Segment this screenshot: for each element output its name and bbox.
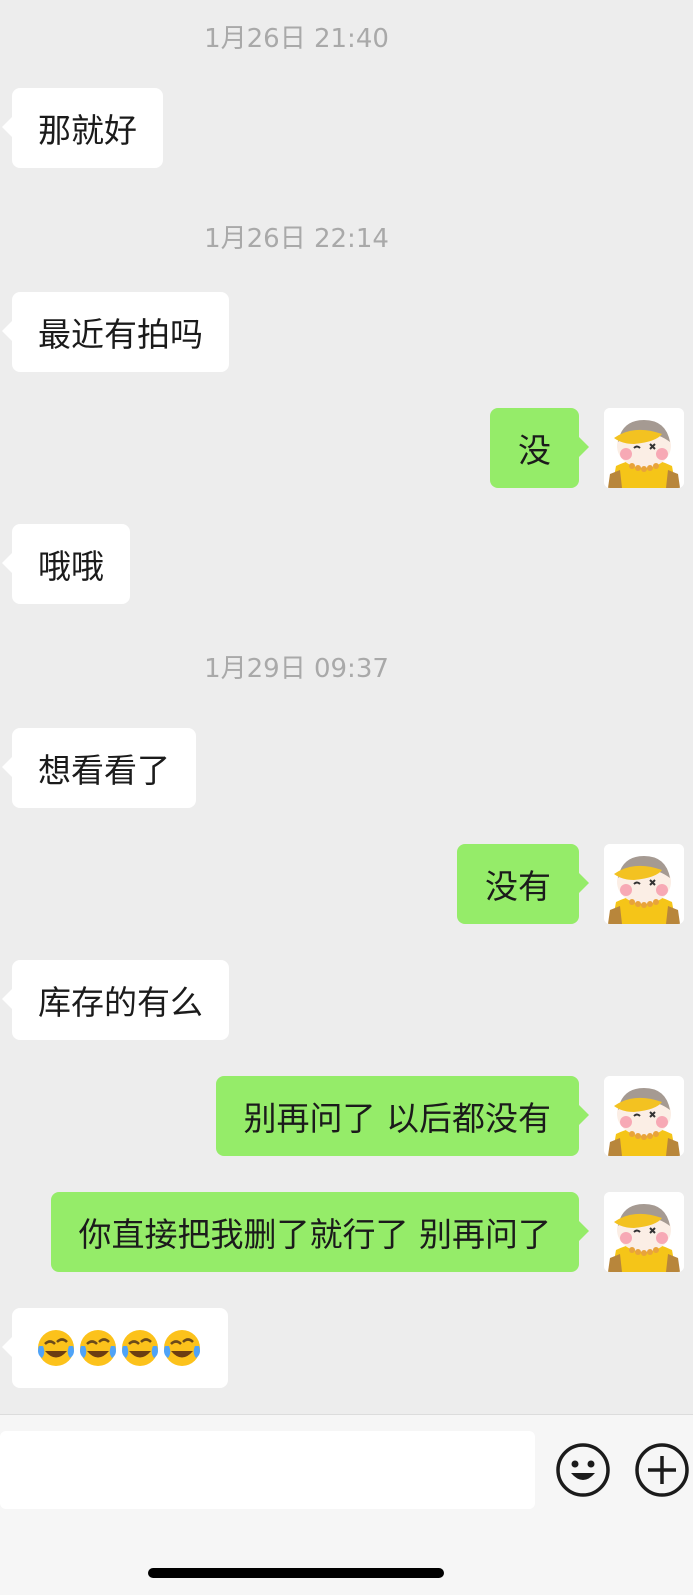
user-avatar[interactable] [604, 1076, 684, 1156]
crying-laughing-face-emoji [78, 1328, 118, 1368]
crying-laughing-face-emoji [162, 1328, 202, 1368]
received-message-bubble[interactable]: 想看看了 [2, 728, 196, 808]
plus-circle-icon[interactable] [633, 1441, 691, 1499]
received-message-bubble[interactable]: 最近有拍吗 [2, 292, 229, 372]
crying-laughing-face-emoji [36, 1328, 76, 1368]
message-text: 没有 [485, 867, 551, 906]
timestamp: 1月29日 09:37 [204, 654, 389, 684]
received-message-bubble[interactable]: 库存的有么 [2, 960, 229, 1040]
timestamp: 1月26日 21:40 [204, 24, 389, 54]
sent-message-bubble[interactable]: 没 [490, 408, 589, 488]
message-text: 最近有拍吗 [38, 315, 203, 354]
message-input[interactable] [0, 1431, 535, 1509]
received-message-bubble[interactable]: 那就好 [2, 88, 163, 168]
user-avatar[interactable] [604, 408, 684, 488]
smiley-face-icon[interactable] [554, 1441, 612, 1499]
timestamp: 1月26日 22:14 [204, 224, 389, 254]
home-indicator[interactable] [148, 1568, 444, 1578]
message-text: 没 [518, 431, 551, 470]
user-avatar[interactable] [604, 1192, 684, 1272]
sent-message-bubble[interactable]: 别再问了 以后都没有 [215, 1076, 589, 1156]
received-message-bubble[interactable]: 哦哦 [2, 524, 130, 604]
crying-laughing-face-emoji [120, 1328, 160, 1368]
message-text: 别再问了 以后都没有 [243, 1099, 552, 1138]
message-text: 想看看了 [38, 751, 170, 790]
message-text: 那就好 [38, 111, 137, 150]
received-message-bubble[interactable] [2, 1308, 228, 1388]
sent-message-bubble[interactable]: 没有 [457, 844, 589, 924]
message-text: 哦哦 [38, 547, 104, 586]
message-text: 你直接把我删了就行了 别再问了 [78, 1215, 552, 1254]
user-avatar[interactable] [604, 844, 684, 924]
sent-message-bubble[interactable]: 你直接把我删了就行了 别再问了 [50, 1192, 589, 1272]
message-text: 库存的有么 [38, 983, 203, 1022]
